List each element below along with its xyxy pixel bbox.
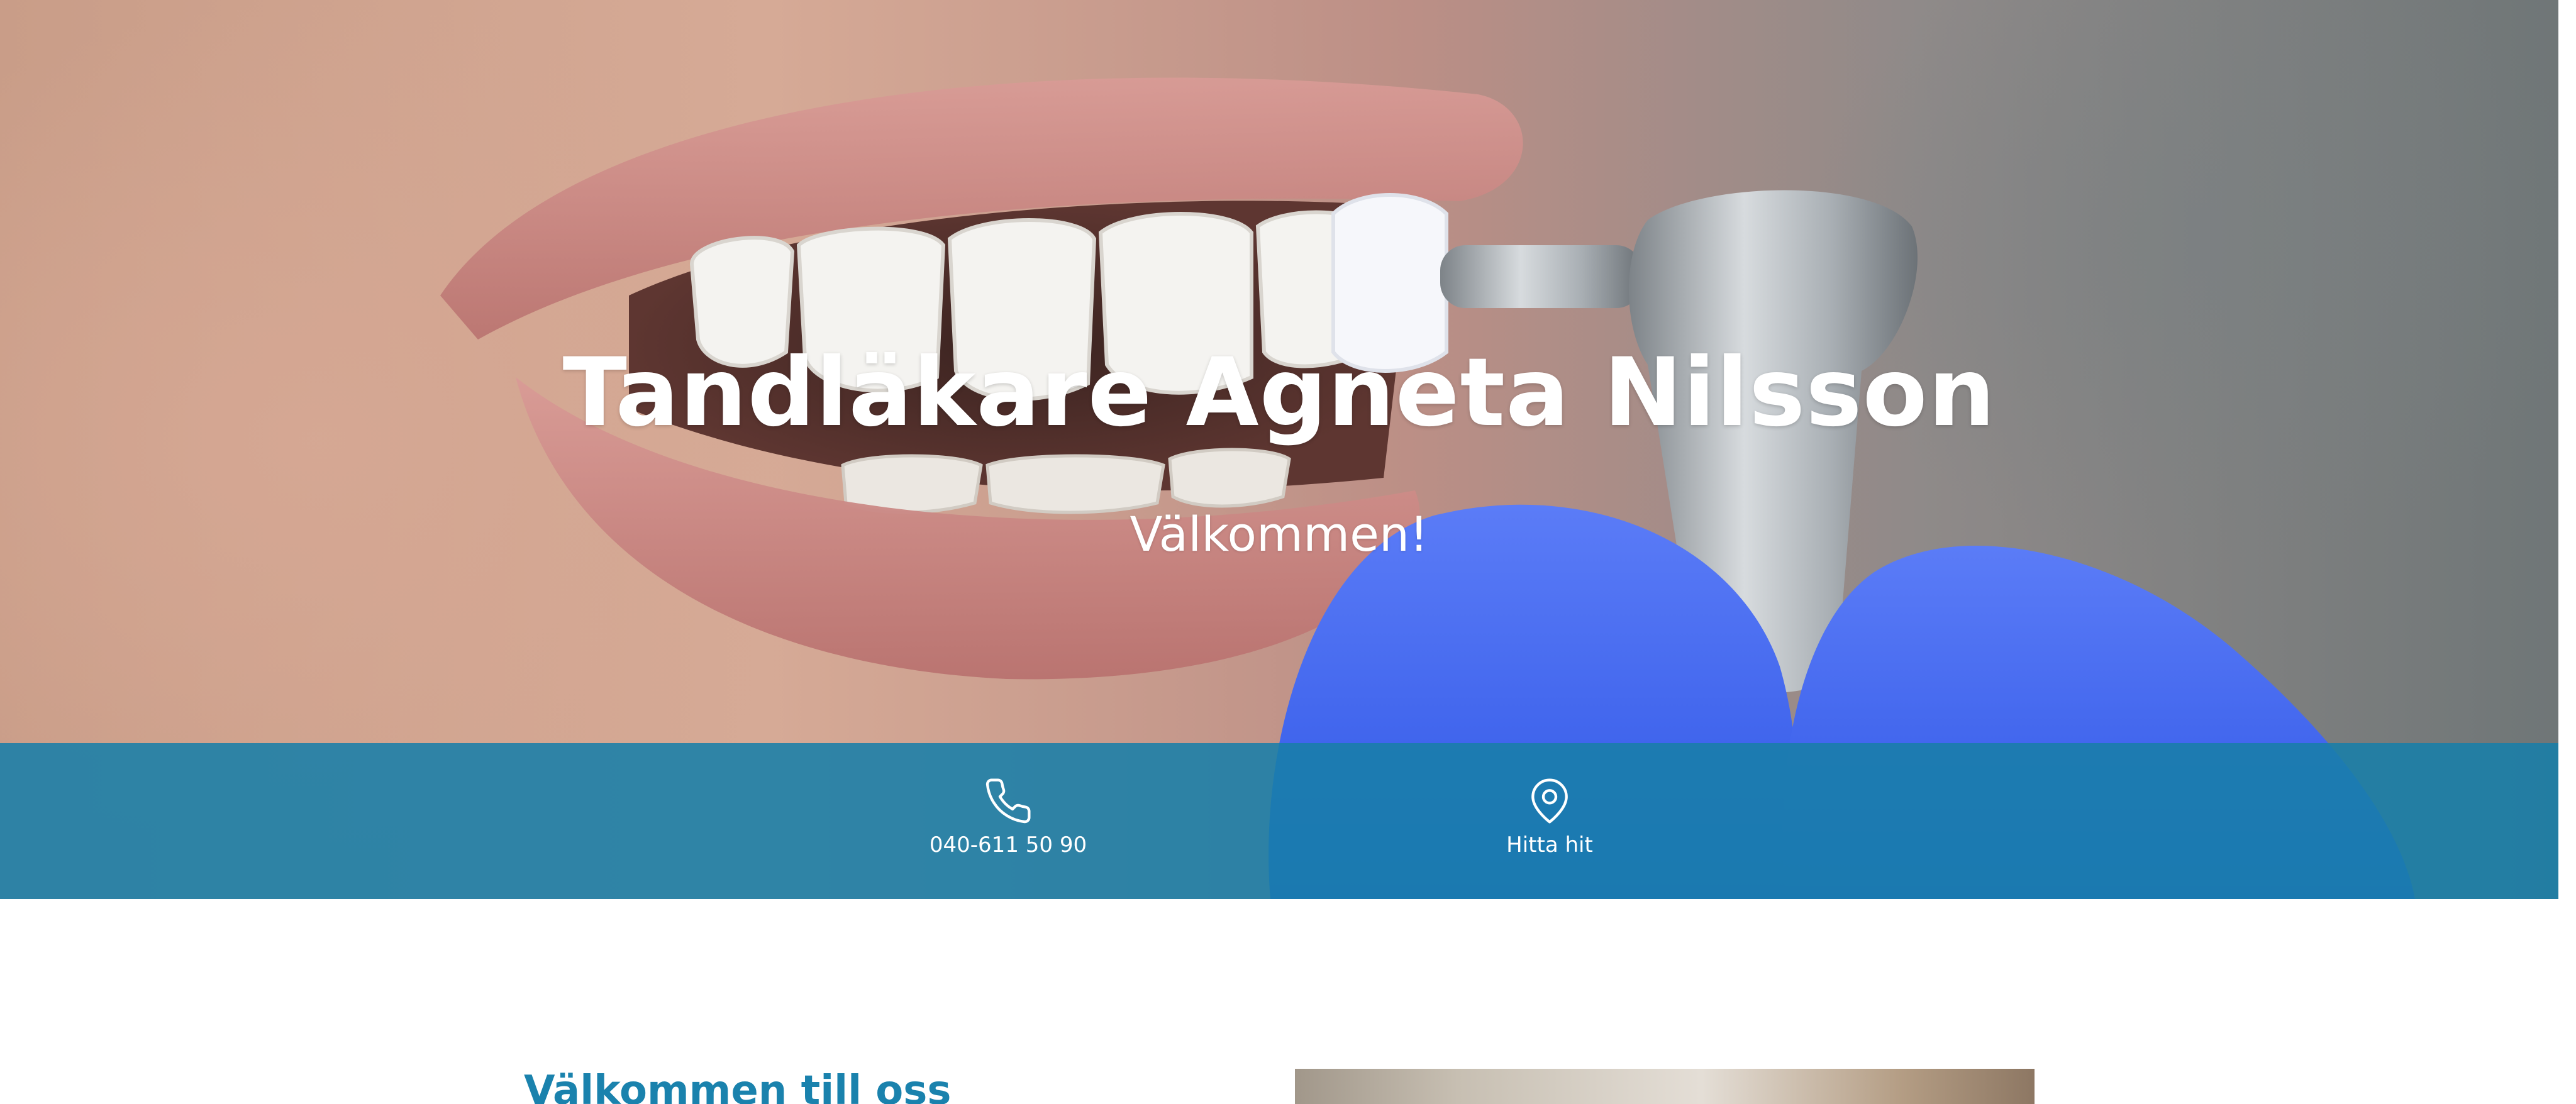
- info-bar: 040-611 50 90 Hitta hit: [0, 743, 2558, 899]
- phone-link[interactable]: 040-611 50 90: [876, 776, 1140, 859]
- phone-number: 040-611 50 90: [929, 832, 1087, 858]
- page: Tandläkare Agneta Nilsson Välkommen! 040…: [0, 0, 2576, 1104]
- welcome-image: [1295, 1069, 2035, 1104]
- hero-title: Tandläkare Agneta Nilsson: [562, 338, 1996, 448]
- hero-subtitle: Välkommen!: [1130, 506, 1429, 562]
- phone-icon: [985, 778, 1031, 824]
- directions-label: Hitta hit: [1506, 832, 1593, 858]
- hero-section: Tandläkare Agneta Nilsson Välkommen! 040…: [0, 0, 2558, 899]
- map-pin-icon: [1531, 778, 1568, 824]
- directions-link[interactable]: Hitta hit: [1418, 776, 1682, 859]
- welcome-heading: Välkommen till oss: [524, 1068, 952, 1104]
